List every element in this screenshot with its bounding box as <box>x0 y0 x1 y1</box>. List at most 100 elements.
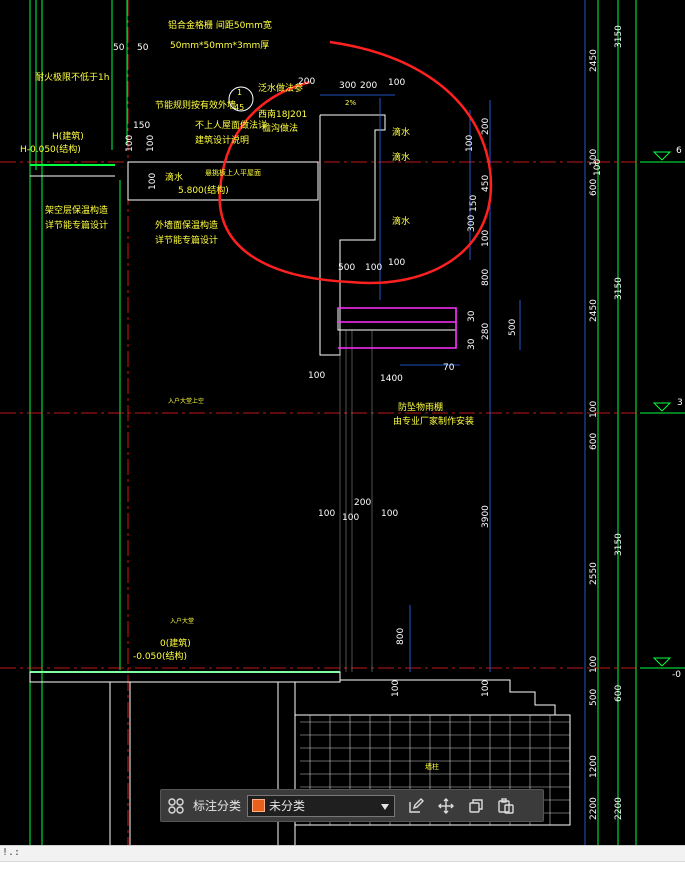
bottom-bar <box>0 861 685 877</box>
note-slope: 2% <box>345 99 356 107</box>
dimension-text: 30 <box>467 310 477 322</box>
dimension-text: 1400 <box>380 374 403 384</box>
dimension-text: 100 <box>481 230 491 247</box>
note-eave: 檐沟做法 <box>262 122 298 134</box>
dimension-text: 500 <box>338 263 355 273</box>
note-ext-wall-2: 详节能专篇设计 <box>45 219 108 231</box>
dimension-text: 100 <box>481 680 491 697</box>
dimension-text: 150 <box>469 195 479 212</box>
category-color-swatch <box>252 799 266 812</box>
dimension-text: 2450 <box>589 299 599 322</box>
note-ext-wall-4: 详节能专篇设计 <box>155 234 218 246</box>
dimension-text: 100 <box>589 401 599 418</box>
dimension-text: 6 <box>676 146 682 156</box>
note-fire-wall: 耐火极限不低于1h <box>35 71 109 83</box>
note-floor: 悬挑板上人平屋面 <box>205 168 261 177</box>
dimension-text: 200 <box>481 118 491 135</box>
note-roof-ref-2: 建筑设计说明 <box>195 134 249 146</box>
level-5800: 5.800(结构) <box>178 184 229 196</box>
edit-button[interactable] <box>401 792 431 820</box>
dimension-text: 800 <box>481 269 491 286</box>
dimension-text: 100 <box>365 263 382 273</box>
dimension-text: 100 <box>391 680 401 697</box>
paste-button[interactable] <box>491 792 521 820</box>
annotation-toolbar: 标注分类 未分类 <box>160 789 544 822</box>
grid-menu-button[interactable] <box>161 792 191 820</box>
category-select[interactable]: 未分类 <box>247 794 396 817</box>
dimension-text: 200 <box>298 77 315 87</box>
note-energy: 节能规则按有效外墙 <box>155 99 236 111</box>
edit-icon <box>407 797 425 815</box>
note-drain: 泛水做法参 <box>258 82 303 94</box>
dimension-text: 450 <box>481 175 491 192</box>
category-selected-value: 未分类 <box>269 799 306 813</box>
dimension-text: 100 <box>318 509 335 519</box>
status-bar: !.: <box>0 845 685 862</box>
circle-1-text: 1 <box>237 88 242 97</box>
category-label: 标注分类 <box>193 799 242 813</box>
dimension-text: 3150 <box>614 533 624 556</box>
dimension-text: 280 <box>481 323 491 340</box>
status-text: !.: <box>2 847 21 858</box>
dimension-text: 2200 <box>614 797 624 820</box>
note-ext-wall-3: 外墙面保温构造 <box>155 219 218 231</box>
dimension-text: 2550 <box>589 562 599 585</box>
room-upper: 入户大堂上空 <box>168 397 204 405</box>
dimension-text: 3150 <box>614 277 624 300</box>
dimension-text: 100 <box>388 258 405 268</box>
grid-icon <box>167 797 185 815</box>
copy-button[interactable] <box>461 792 491 820</box>
dimension-text: 600 <box>589 433 599 450</box>
dimension-text: 30 <box>467 338 477 350</box>
note-drip-4: 滴水 <box>392 215 410 227</box>
note-ext-wall-1: 架空层保温构造 <box>45 204 108 216</box>
note-fall-2: 由专业厂家制作安装 <box>393 415 474 427</box>
note-col: 墙柱 <box>425 762 439 771</box>
dimension-text: 2450 <box>589 49 599 72</box>
dimension-text: 100 <box>589 656 599 673</box>
cad-drawing: 铝合金格栅 间距50mm宽 50mm*50mm*3mm厚 耐火极限不低于1h 节… <box>0 0 685 845</box>
level-h2: H-0.050(结构) <box>20 143 81 155</box>
dimension-text: 500 <box>589 689 599 706</box>
dimension-text: 500 <box>508 319 518 336</box>
move-icon <box>437 797 455 815</box>
room-lower: 入户大堂 <box>170 617 194 625</box>
copy-icon <box>467 797 485 815</box>
dimension-text: 300 <box>467 215 477 232</box>
dimension-text: 2200 <box>589 797 599 820</box>
dimension-text: 1200 <box>589 755 599 778</box>
dimension-text: 3900 <box>481 505 491 528</box>
level-h: H(建筑) <box>52 130 84 142</box>
dimension-text: 100 <box>125 135 135 152</box>
dimension-text: 50 <box>137 43 149 53</box>
dimension-text: 100 <box>388 78 405 88</box>
dimension-text: 100 <box>381 509 398 519</box>
note-alu-grille: 铝合金格栅 间距50mm宽 <box>168 19 272 31</box>
dimension-text: 70 <box>443 363 455 373</box>
level-0: 0(建筑) <box>160 637 191 649</box>
dimension-text: 150 <box>133 121 150 131</box>
dimension-text: 100 <box>308 371 325 381</box>
paste-icon <box>497 797 515 815</box>
dimension-text: 600 <box>614 685 624 702</box>
dimension-text: 300 <box>339 81 356 91</box>
note-alu-grille-size: 50mm*50mm*3mm厚 <box>170 40 269 51</box>
note-fall-1: 防坠物雨棚 <box>398 401 443 413</box>
note-std-ref: 西南18J201 <box>258 108 307 120</box>
dimension-text: 100 <box>342 513 359 523</box>
dimension-text: 600 <box>589 179 599 196</box>
level-m0050: -0.050(结构) <box>133 650 187 662</box>
dimension-text: 100 <box>148 173 158 190</box>
dimension-text: 3150 <box>614 25 624 48</box>
note-drip-3: 滴水 <box>392 151 410 163</box>
dimension-text: 800 <box>396 628 406 645</box>
note-drip-2: 滴水 <box>392 126 410 138</box>
dimension-text: -0 <box>672 670 681 680</box>
note-drip-1: 滴水 <box>165 171 183 183</box>
dimension-text: 200 <box>354 498 371 508</box>
dimension-text: 3 <box>677 398 683 408</box>
cad-drawing-canvas[interactable]: 铝合金格栅 间距50mm宽 50mm*50mm*3mm厚 耐火极限不低于1h 节… <box>0 0 685 845</box>
markup-circle <box>218 40 493 285</box>
dimension-text: 100 <box>589 149 599 166</box>
move-button[interactable] <box>431 792 461 820</box>
